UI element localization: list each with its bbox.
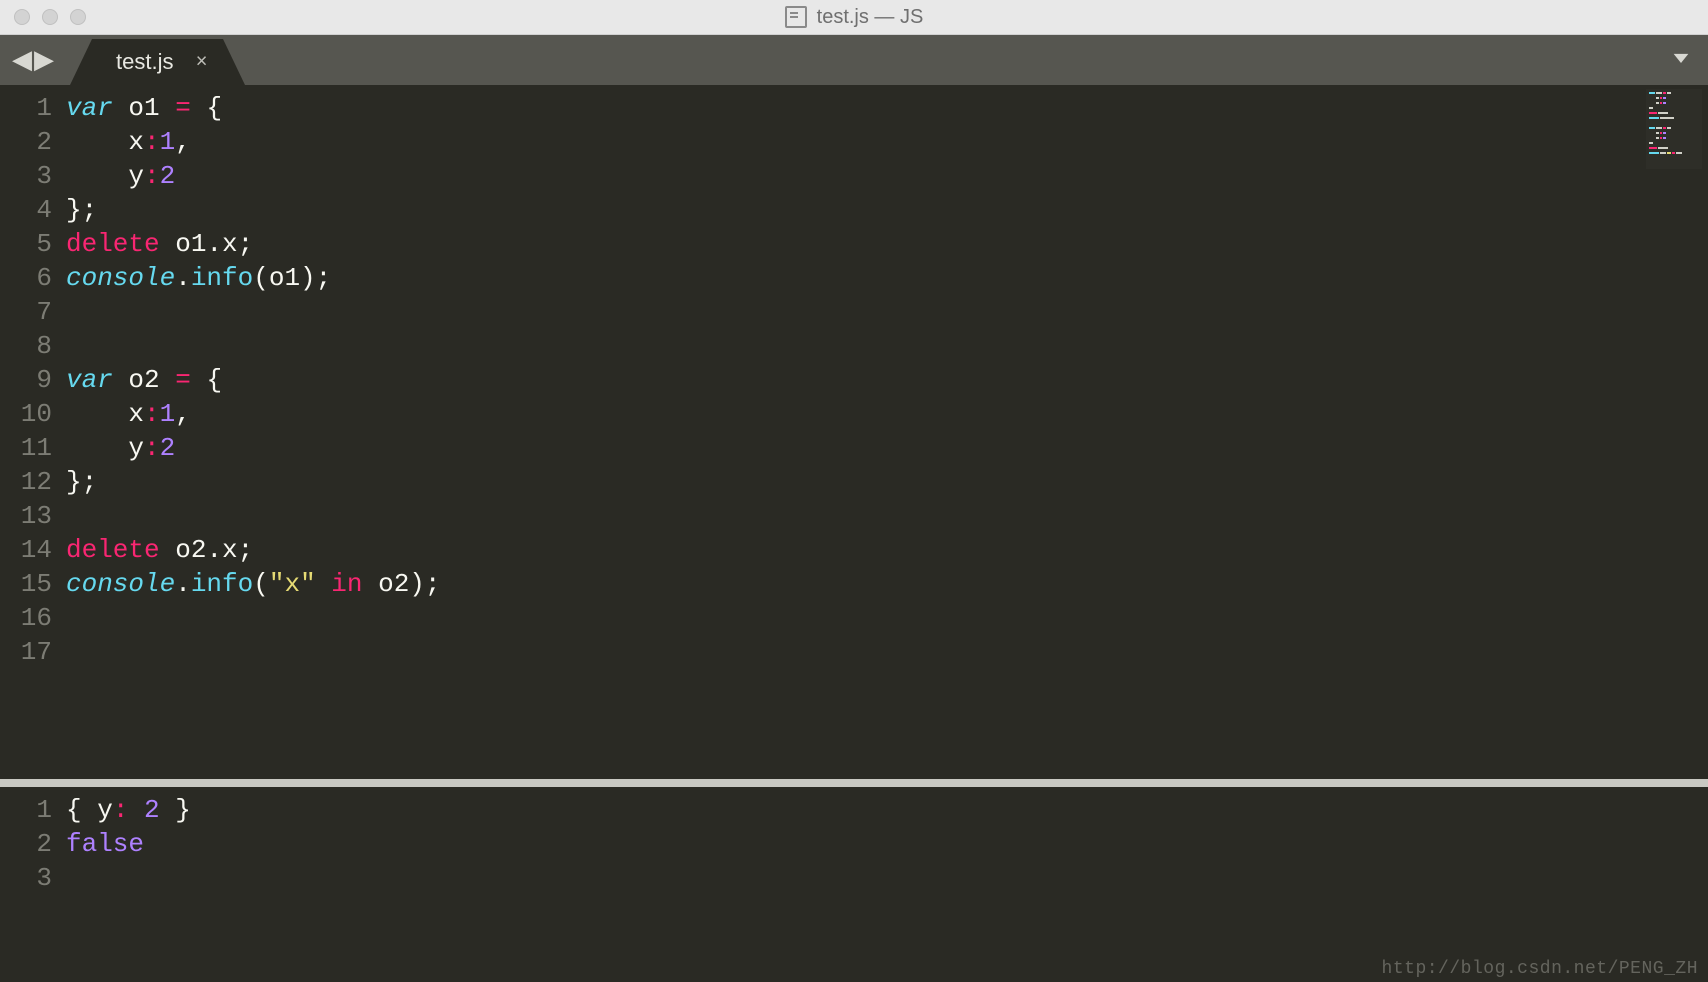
tab-overflow-icon[interactable] — [1670, 47, 1692, 74]
close-window-icon[interactable] — [14, 9, 30, 25]
code-line[interactable] — [66, 295, 441, 329]
line-number: 9 — [0, 363, 66, 397]
nav-forward-icon[interactable]: ▶ — [34, 45, 54, 76]
line-number: 4 — [0, 193, 66, 227]
line-number: 5 — [0, 227, 66, 261]
line-number: 16 — [0, 601, 66, 635]
console-content[interactable]: { y: 2 }false — [66, 787, 191, 982]
line-number: 2 — [0, 827, 66, 861]
line-number: 15 — [0, 567, 66, 601]
tab-bar: ◀ ▶ test.js × — [0, 35, 1708, 85]
line-number: 3 — [0, 861, 66, 895]
tab-label: test.js — [116, 49, 173, 75]
line-number: 1 — [0, 793, 66, 827]
code-line[interactable]: }; — [66, 193, 441, 227]
close-tab-icon[interactable]: × — [196, 51, 208, 74]
code-line[interactable]: y:2 — [66, 159, 441, 193]
panel-divider[interactable] — [0, 779, 1708, 787]
editor-split: 1234567891011121314151617 var o1 = { x:1… — [0, 85, 1708, 982]
line-number: 8 — [0, 329, 66, 363]
code-line[interactable]: delete o2.x; — [66, 533, 441, 567]
code-line[interactable]: false — [66, 827, 191, 861]
line-number: 6 — [0, 261, 66, 295]
tab-history-nav: ◀ ▶ — [0, 35, 66, 85]
code-line[interactable] — [66, 601, 441, 635]
code-line[interactable]: console.info(o1); — [66, 261, 441, 295]
code-line[interactable]: x:1, — [66, 125, 441, 159]
line-number: 1 — [0, 91, 66, 125]
line-number: 12 — [0, 465, 66, 499]
console-panel[interactable]: 123 { y: 2 }false http://blog.csdn.net/P… — [0, 787, 1708, 982]
line-number: 17 — [0, 635, 66, 669]
code-line[interactable]: delete o1.x; — [66, 227, 441, 261]
document-icon — [785, 6, 807, 28]
code-line[interactable] — [66, 861, 191, 895]
line-number: 11 — [0, 431, 66, 465]
window-title: test.js — JS — [0, 6, 1708, 29]
code-line[interactable]: { y: 2 } — [66, 793, 191, 827]
code-line[interactable] — [66, 329, 441, 363]
window-title-text: test.js — JS — [817, 6, 924, 29]
minimize-window-icon[interactable] — [42, 9, 58, 25]
code-line[interactable]: y:2 — [66, 431, 441, 465]
line-number: 7 — [0, 295, 66, 329]
line-gutter: 123 — [0, 787, 66, 982]
titlebar: test.js — JS — [0, 0, 1708, 35]
tab-test-js[interactable]: test.js × — [92, 39, 223, 85]
line-number: 13 — [0, 499, 66, 533]
watermark-text: http://blog.csdn.net/PENG_ZH — [1382, 959, 1698, 979]
line-number: 10 — [0, 397, 66, 431]
minimap[interactable] — [1646, 89, 1702, 169]
code-line[interactable]: var o2 = { — [66, 363, 441, 397]
code-line[interactable]: x:1, — [66, 397, 441, 431]
zoom-window-icon[interactable] — [70, 9, 86, 25]
code-content[interactable]: var o1 = { x:1, y:2};delete o1.x;console… — [66, 85, 441, 779]
line-gutter: 1234567891011121314151617 — [0, 85, 66, 779]
window-controls — [0, 9, 86, 25]
line-number: 2 — [0, 125, 66, 159]
line-number: 14 — [0, 533, 66, 567]
code-line[interactable] — [66, 635, 441, 669]
code-line[interactable]: console.info("x" in o2); — [66, 567, 441, 601]
code-line[interactable] — [66, 499, 441, 533]
line-number: 3 — [0, 159, 66, 193]
nav-back-icon[interactable]: ◀ — [12, 45, 32, 76]
code-line[interactable]: var o1 = { — [66, 91, 441, 125]
code-line[interactable]: }; — [66, 465, 441, 499]
code-editor[interactable]: 1234567891011121314151617 var o1 = { x:1… — [0, 85, 1708, 779]
